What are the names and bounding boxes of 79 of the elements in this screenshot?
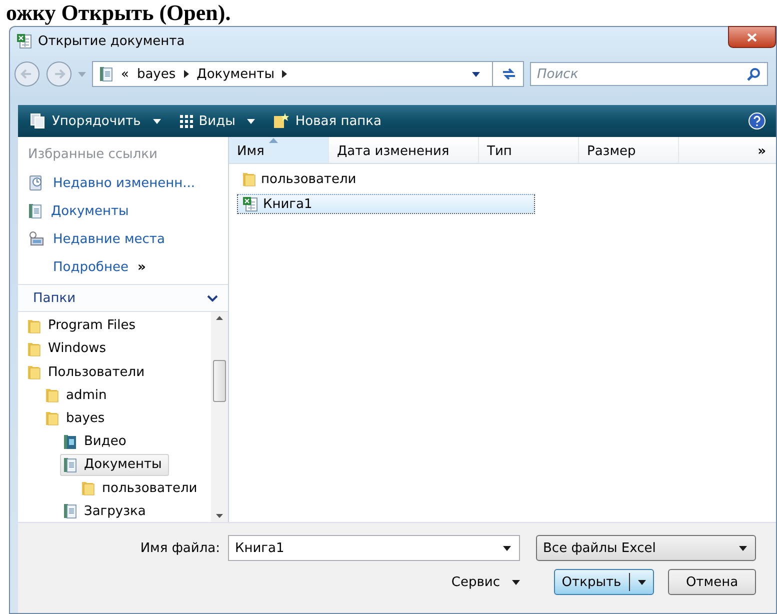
tools-dropdown-button[interactable]: Сервис [445, 574, 526, 590]
clock-document-icon [28, 175, 44, 191]
search-icon[interactable] [747, 67, 761, 81]
favorite-link[interactable]: Недавно измененн... [53, 176, 196, 190]
column-header[interactable]: Дата изменения [329, 137, 479, 163]
section-heading: Избранные ссылки [28, 147, 158, 162]
chevron-right-icon[interactable] [282, 70, 288, 78]
tree-item[interactable]: Загрузка [60, 500, 153, 522]
folder-icon [242, 171, 256, 187]
file-item[interactable]: пользователи [237, 168, 362, 190]
folder-icon [45, 387, 59, 404]
tree-item[interactable]: bayes [42, 408, 112, 430]
caret-icon[interactable] [638, 580, 646, 584]
folder-icon [27, 364, 41, 380]
document-library-icon [63, 456, 77, 473]
spreadsheet-app-icon [16, 33, 32, 49]
tree-item[interactable]: Документы [60, 454, 169, 476]
document-library-icon [63, 503, 77, 520]
breadcrumb-item[interactable]: bayes [136, 66, 176, 82]
refresh-icon[interactable] [501, 67, 517, 81]
search-field[interactable]: Поиск [530, 62, 768, 86]
close-icon [747, 32, 757, 42]
chevron-down-icon[interactable] [207, 294, 218, 302]
filename-label: Имя файла: [140, 540, 220, 556]
caret-icon[interactable] [739, 546, 747, 550]
folders-header[interactable]: Папки [18, 284, 228, 312]
tree-item[interactable]: Program Files [24, 315, 143, 336]
tree-item[interactable]: пользователи [78, 478, 204, 499]
dropdown-button[interactable]: Виды [176, 112, 258, 130]
address-bar[interactable]: « bayes Документы [92, 61, 524, 87]
caret-icon[interactable] [152, 118, 161, 124]
grid-icon [178, 114, 193, 128]
folder-icon [81, 480, 95, 496]
file-item[interactable]: Книга1 [237, 194, 535, 214]
toolbar-button[interactable]: Новая папка [271, 111, 384, 131]
tree-item[interactable]: Пользователи [24, 361, 152, 383]
close-button[interactable] [728, 26, 776, 48]
pages-icon [30, 113, 46, 129]
breadcrumb-overflow[interactable]: « [121, 66, 129, 82]
breadcrumb-item[interactable]: Документы [196, 66, 274, 82]
spreadsheet-file-icon [242, 196, 258, 212]
dropdown-button[interactable]: Упорядочить [28, 111, 163, 131]
double-chevron[interactable]: » [137, 260, 146, 274]
folder-icon [45, 410, 59, 426]
folder-icon [27, 318, 41, 334]
tree-item[interactable]: admin [42, 384, 114, 406]
sort-arrow-icon [268, 138, 278, 143]
cancel-button[interactable]: Отмена [668, 569, 756, 595]
caret-icon[interactable] [512, 580, 520, 584]
computer-clock-icon [28, 231, 44, 247]
folder-icon [27, 340, 41, 357]
column-header[interactable]: Размер [579, 137, 679, 163]
new-folder-icon [273, 113, 290, 129]
chevron-right-icon[interactable] [184, 70, 189, 78]
column-header[interactable]: Тип [479, 137, 579, 163]
more-columns-button[interactable]: » [758, 144, 766, 159]
help-icon[interactable] [748, 112, 766, 130]
tree-item[interactable]: Видео [60, 431, 134, 452]
caret-icon[interactable] [503, 546, 511, 550]
scrollbar[interactable] [211, 312, 228, 522]
section-heading: Папки [33, 290, 76, 306]
caret-icon[interactable] [247, 118, 256, 124]
video-library-icon [63, 434, 77, 450]
file-type-dropdown[interactable]: Все файлы Excel [536, 535, 756, 561]
column-header[interactable]: Имя [229, 137, 329, 163]
scroll-down-icon[interactable] [216, 514, 223, 518]
document-library-icon [99, 66, 113, 82]
caption-text: ожку Открыть (Open). [6, 0, 231, 25]
window-title: Открытие документа [38, 34, 186, 48]
filename-field[interactable]: Книга1 [228, 535, 520, 561]
scroll-up-icon[interactable] [216, 316, 223, 320]
document-library-icon [28, 203, 42, 219]
tree-item[interactable]: Windows [24, 338, 114, 360]
dropdown-arrow-icon[interactable] [472, 72, 480, 76]
favorite-link[interactable]: Недавние места [53, 232, 165, 246]
favorite-link[interactable]: Документы [51, 204, 129, 218]
more-link[interactable]: Подробнее [53, 260, 128, 274]
open-button[interactable]: Открыть [554, 569, 654, 595]
scroll-thumb[interactable] [213, 360, 226, 402]
